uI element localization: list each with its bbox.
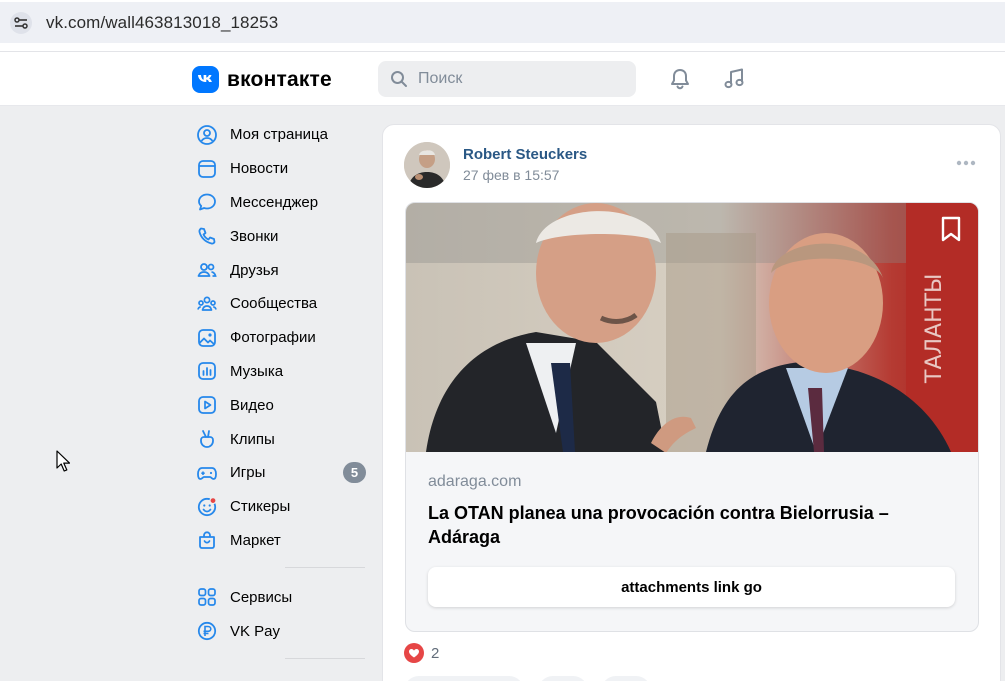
site-settings-icon[interactable] [10, 12, 32, 34]
sidebar-item-video[interactable]: Видео [190, 388, 370, 422]
sidebar-item-label: Видео [230, 396, 274, 414]
browser-address-bar: vk.com/wall463813018_18253 [0, 0, 1005, 52]
sidebar-item-label: Маркет [230, 531, 281, 549]
bell-icon[interactable] [667, 66, 693, 92]
search-box[interactable] [378, 61, 636, 97]
wall-post: Robert Steuckers 27 фев в 15:57 ТАЛАНТЫ [382, 124, 1001, 681]
sidebar-item-communities[interactable]: Сообщества [190, 287, 370, 321]
message-icon [198, 194, 216, 211]
photo-icon [198, 328, 216, 347]
sidebar-item-label: VK Pay [230, 622, 281, 640]
sidebar-item-label: Сервисы [230, 588, 293, 606]
sidebar-item-calls[interactable]: Звонки [190, 219, 370, 253]
mouse-cursor-icon [56, 450, 70, 472]
sidebar-item-services[interactable]: Сервисы [190, 580, 370, 614]
sidebar-item-label: Стикеры [230, 498, 291, 516]
url-field[interactable]: vk.com/wall463813018_18253 [0, 2, 1005, 43]
phone-icon [198, 227, 216, 245]
bookmark-icon[interactable] [938, 215, 964, 243]
vk-logo-text: вконтакте [227, 67, 332, 91]
sidebar-item-photos[interactable]: Фотографии [190, 321, 370, 355]
avatar-image [404, 142, 450, 188]
search-icon [391, 71, 407, 87]
sidebar-item-label: Клипы [230, 430, 275, 448]
sidebar-item-games[interactable]: Игры 5 [190, 456, 370, 490]
news-icon [198, 159, 216, 178]
vk-header: вконтакте [0, 52, 1005, 106]
sidebar-divider [285, 657, 365, 659]
url-text[interactable]: vk.com/wall463813018_18253 [46, 13, 278, 33]
games-count-badge: 5 [343, 462, 366, 484]
news-photo[interactable]: ТАЛАНТЫ [406, 203, 978, 452]
post-date[interactable]: 27 фев в 15:57 [463, 167, 559, 183]
clips-icon [200, 430, 214, 448]
sidebar-item-music[interactable]: Музыка [190, 355, 370, 389]
communities-icon [197, 296, 217, 311]
author-avatar[interactable] [404, 142, 450, 188]
games-icon [197, 466, 217, 480]
link-title[interactable]: La OTAN planea una provocación contra Bi… [428, 501, 948, 549]
music-note-icon[interactable] [721, 66, 747, 92]
user-circle-icon [197, 124, 217, 145]
link-domain: adaraga.com [428, 473, 522, 490]
sidebar-item-messenger[interactable]: Мессенджер [190, 186, 370, 220]
music-icon [198, 362, 216, 381]
search-input[interactable] [418, 61, 628, 97]
sidebar-item-label: Новости [230, 160, 289, 178]
sidebar-item-stickers[interactable]: Стикеры [190, 490, 370, 524]
stickers-icon [197, 496, 217, 516]
sidebar-item-label: Мессенджер [230, 193, 319, 211]
sidebar-item-label: Игры [230, 464, 266, 482]
link-attachment[interactable]: ТАЛАНТЫ adaraga.com La OTAN planea una p… [405, 202, 979, 632]
sidebar-item-clips[interactable]: Клипы [190, 422, 370, 456]
vkpay-icon [197, 621, 217, 641]
like-count: 2 [431, 644, 440, 662]
services-icon [198, 588, 216, 607]
sidebar-item-label: Сообщества [230, 295, 318, 313]
sidebar-item-friends[interactable]: Друзья [190, 253, 370, 287]
comment-pill[interactable] [538, 676, 588, 681]
sidebar-item-my-page[interactable]: Моя страница [190, 118, 370, 152]
reaction-pill[interactable] [404, 676, 524, 681]
sidebar-item-label: Музыка [230, 362, 284, 380]
heart-icon [404, 643, 424, 663]
sidebar-item-label: Друзья [230, 261, 279, 279]
sidebar-item-label: Фотографии [230, 329, 316, 347]
sidebar-item-label: Звонки [230, 227, 279, 245]
svg-text:ТАЛАНТЫ: ТАЛАНТЫ [922, 274, 947, 384]
vk-logo[interactable]: вконтакте [192, 66, 332, 93]
sidebar-divider [285, 567, 365, 569]
more-options-icon[interactable] [955, 157, 977, 169]
sidebar-item-vkpay[interactable]: VK Pay [190, 614, 370, 648]
sidebar-item-news[interactable]: Новости [190, 152, 370, 186]
share-pill[interactable] [601, 676, 651, 681]
like-button[interactable]: 2 [404, 643, 439, 663]
market-icon [199, 531, 215, 550]
attachment-link-button[interactable]: attachments link go [428, 567, 955, 607]
sidebar-item-label: Моя страница [230, 126, 328, 144]
post-author-name[interactable]: Robert Steuckers [463, 146, 587, 163]
friends-icon [197, 263, 217, 277]
vk-logo-icon [192, 66, 219, 93]
left-sidebar: Моя страница Новости Мессенджер Звонки Д… [190, 118, 370, 671]
video-icon [198, 396, 216, 415]
sidebar-item-market[interactable]: Маркет [190, 524, 370, 558]
